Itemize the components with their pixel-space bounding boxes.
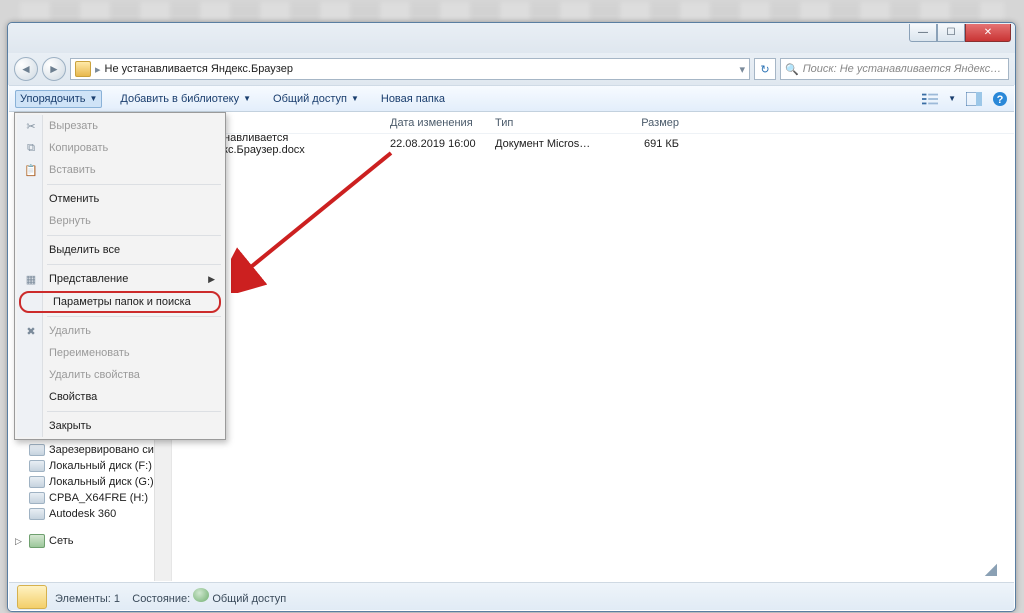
minimize-button[interactable]: — <box>909 24 937 42</box>
status-elements-count: 1 <box>114 593 120 605</box>
organize-button[interactable]: Упорядочить▼ <box>15 90 102 108</box>
chevron-right-icon: ▸ <box>95 63 101 76</box>
cloud-icon <box>29 508 45 520</box>
toolbar: Упорядочить▼ Добавить в библиотеку▼ Общи… <box>9 85 1014 112</box>
network-icon <box>29 534 45 548</box>
expand-icon[interactable]: ▷ <box>15 536 25 547</box>
resize-indicator: ◢ <box>985 559 997 579</box>
file-date: 22.08.2019 16:00 <box>382 138 487 150</box>
maximize-button[interactable]: ☐ <box>937 24 965 42</box>
tree-disk-g[interactable]: Локальный диск (G:) <box>9 474 171 490</box>
tree-cpba[interactable]: CPBA_X64FRE (H:) <box>9 490 171 506</box>
chevron-down-icon[interactable]: ▾ <box>739 63 745 76</box>
file-row[interactable]: …станавливается Яндекс.Браузер.docx 22.0… <box>172 134 1014 154</box>
chevron-down-icon: ▼ <box>351 94 359 103</box>
column-headers[interactable]: Имя Дата изменения Тип Размер <box>172 112 1014 134</box>
svg-text:?: ? <box>997 94 1004 106</box>
chevron-right-icon: ▶ <box>208 274 215 285</box>
delete-icon: ✖ <box>23 323 39 339</box>
tree-network[interactable]: ▷ Сеть <box>9 532 171 550</box>
status-elements-label: Элементы: <box>55 593 114 605</box>
back-button[interactable]: ◄ <box>14 57 38 81</box>
new-folder-button[interactable]: Новая папка <box>377 91 449 107</box>
view-mode-button[interactable] <box>922 91 938 107</box>
disk-icon <box>29 444 45 456</box>
tree-disk-f[interactable]: Локальный диск (F:) <box>9 458 171 474</box>
shared-icon <box>193 588 209 602</box>
status-shared: Общий доступ <box>212 593 286 605</box>
paste-icon: 📋 <box>23 162 39 178</box>
layout-icon: ▦ <box>23 271 39 287</box>
tree-reserved[interactable]: Зарезервировано си… <box>9 442 171 458</box>
menu-close[interactable]: Закрыть <box>17 415 223 437</box>
menu-remove-props[interactable]: Удалить свойства <box>17 364 223 386</box>
tree-autodesk[interactable]: Autodesk 360 <box>9 506 171 522</box>
breadcrumb[interactable]: ▸ Не устанавливается Яндекс.Браузер ▾ <box>70 58 750 80</box>
forward-button[interactable]: ► <box>42 57 66 81</box>
add-to-library-button[interactable]: Добавить в библиотеку▼ <box>116 91 255 107</box>
file-type: Документ Micros… <box>487 138 607 150</box>
folder-icon <box>75 61 91 77</box>
folder-icon <box>17 585 47 609</box>
breadcrumb-label: Не устанавливается Яндекс.Браузер <box>105 63 293 75</box>
disk-icon <box>29 492 45 504</box>
copy-icon: ⧉ <box>23 140 39 156</box>
search-icon: 🔍 <box>785 63 799 76</box>
search-input[interactable]: 🔍 Поиск: Не устанавливается Яндекс… <box>780 58 1009 80</box>
chevron-down-icon: ▼ <box>243 94 251 103</box>
share-button[interactable]: Общий доступ▼ <box>269 91 363 107</box>
menu-folder-options[interactable]: Параметры папок и поиска <box>19 291 221 313</box>
chevron-down-icon: ▼ <box>89 94 97 103</box>
preview-pane-button[interactable] <box>966 91 982 107</box>
explorer-window: — ☐ ✕ ◄ ► ▸ Не устанавливается Яндекс.Бр… <box>7 22 1016 612</box>
menu-copy[interactable]: ⧉Копировать <box>17 137 223 159</box>
help-button[interactable]: ? <box>992 91 1008 107</box>
close-button[interactable]: ✕ <box>965 24 1011 42</box>
menu-properties[interactable]: Свойства <box>17 386 223 408</box>
col-size[interactable]: Размер <box>607 117 687 129</box>
nav-row: ◄ ► ▸ Не устанавливается Яндекс.Браузер … <box>8 53 1015 85</box>
menu-cut[interactable]: ✂Вырезать <box>17 115 223 137</box>
refresh-button[interactable]: ↻ <box>754 58 776 80</box>
menu-rename[interactable]: Переименовать <box>17 342 223 364</box>
menu-view[interactable]: ▦Представление▶ <box>17 268 223 290</box>
search-placeholder: Поиск: Не устанавливается Яндекс… <box>803 63 1002 75</box>
titlebar: — ☐ ✕ <box>8 23 1015 53</box>
status-state-label: Состояние: <box>132 593 190 605</box>
organize-menu: ✂Вырезать ⧉Копировать 📋Вставить Отменить… <box>14 112 226 440</box>
menu-delete[interactable]: ✖Удалить <box>17 320 223 342</box>
menu-redo[interactable]: Вернуть <box>17 210 223 232</box>
menu-undo[interactable]: Отменить <box>17 188 223 210</box>
menu-paste[interactable]: 📋Вставить <box>17 159 223 181</box>
disk-icon <box>29 476 45 488</box>
col-type[interactable]: Тип <box>487 117 607 129</box>
col-date[interactable]: Дата изменения <box>382 117 487 129</box>
disk-icon <box>29 460 45 472</box>
chevron-down-icon[interactable]: ▼ <box>948 94 956 103</box>
file-list[interactable]: Имя Дата изменения Тип Размер …станавлив… <box>172 112 1014 581</box>
file-size: 691 КБ <box>607 138 687 150</box>
menu-select-all[interactable]: Выделить все <box>17 239 223 261</box>
status-bar: Элементы: 1 Состояние: Общий доступ <box>9 582 1014 610</box>
cut-icon: ✂ <box>23 118 39 134</box>
